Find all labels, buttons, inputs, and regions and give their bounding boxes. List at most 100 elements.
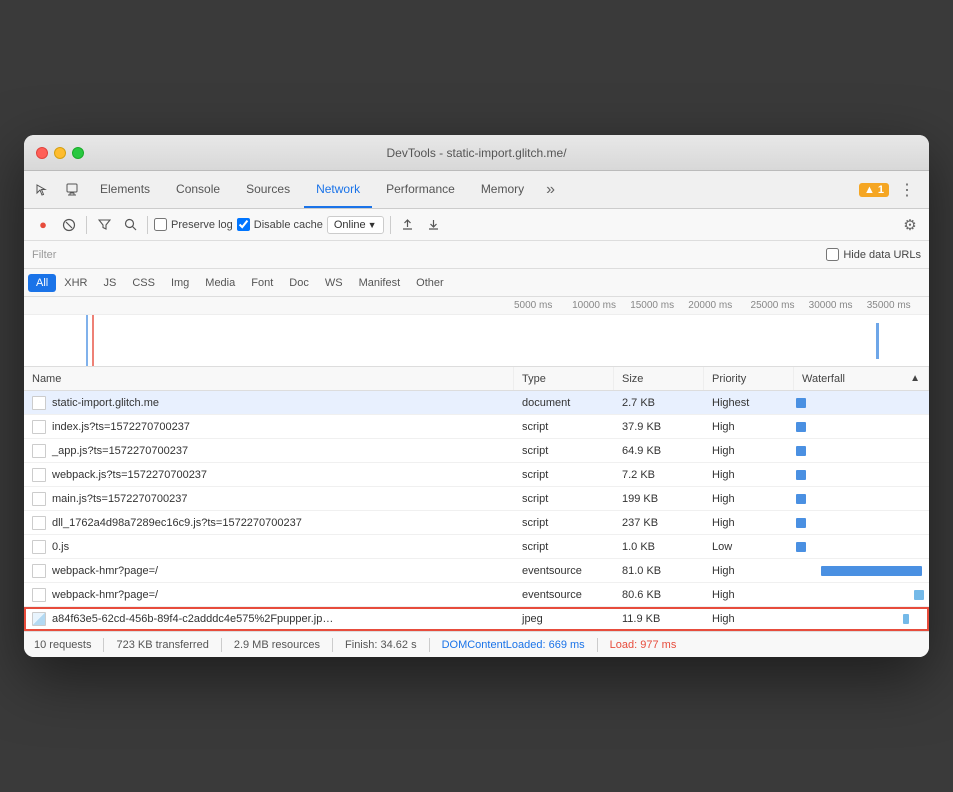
load-time: Load: 977 ms: [610, 639, 677, 651]
window-title: DevTools - static-import.glitch.me/: [386, 146, 566, 160]
dom-content-loaded: DOMContentLoaded: 669 ms: [442, 639, 585, 651]
resources-size: 2.9 MB resources: [234, 639, 320, 651]
waterfall-bar: [796, 398, 806, 408]
cell-name: 0.js: [24, 535, 514, 558]
timeline-bars: [24, 315, 929, 367]
cell-priority: High: [704, 415, 794, 438]
col-waterfall: Waterfall ▲: [794, 367, 929, 390]
clear-button[interactable]: [58, 214, 80, 236]
waterfall-bar: [796, 542, 806, 552]
ruler-mark-1: 5000 ms: [514, 300, 552, 311]
devtools-right-icons: ▲ 1 ⋮: [859, 176, 925, 204]
tab-performance[interactable]: Performance: [374, 171, 467, 208]
cell-waterfall: [794, 511, 929, 534]
download-icon[interactable]: [423, 214, 445, 236]
ruler-mark-6: 30000 ms: [809, 300, 853, 311]
file-icon-doc: [32, 468, 46, 482]
cell-type: script: [514, 415, 614, 438]
cell-type: eventsource: [514, 559, 614, 582]
preserve-log-label: Preserve log: [171, 219, 233, 231]
finish-time: Finish: 34.62 s: [345, 639, 417, 651]
cell-priority: High: [704, 439, 794, 462]
table-row[interactable]: dll_1762a4d98a7289ec16c9.js?ts=157227070…: [24, 511, 929, 535]
disable-cache-group[interactable]: Disable cache: [237, 218, 323, 231]
resource-tab-img[interactable]: Img: [163, 274, 197, 292]
upload-icon[interactable]: [397, 214, 419, 236]
divider-1: [86, 216, 87, 234]
settings-icon[interactable]: ⚙: [899, 214, 921, 236]
filter-icon[interactable]: [93, 214, 115, 236]
cell-priority: High: [704, 487, 794, 510]
tab-memory[interactable]: Memory: [469, 171, 536, 208]
fullscreen-button[interactable]: [72, 147, 84, 159]
table-row[interactable]: _app.js?ts=1572270700237 script 64.9 KB …: [24, 439, 929, 463]
filter-label: Filter: [32, 249, 56, 261]
table-header: Name Type Size Priority Waterfall ▲: [24, 367, 929, 391]
filter-text: Filter: [32, 249, 56, 261]
file-icon-doc: [32, 420, 46, 434]
resource-tab-ws[interactable]: WS: [317, 274, 351, 292]
warning-badge[interactable]: ▲ 1: [859, 183, 889, 197]
tab-sources[interactable]: Sources: [234, 171, 302, 208]
hide-data-urls-checkbox[interactable]: [826, 248, 839, 261]
preserve-log-group[interactable]: Preserve log: [154, 218, 233, 231]
ruler-mark-3: 15000 ms: [630, 300, 674, 311]
status-divider-2: [221, 638, 222, 652]
file-icon-doc: [32, 396, 46, 410]
select-element-icon[interactable]: [28, 176, 56, 204]
hide-data-urls-group[interactable]: Hide data URLs: [826, 248, 921, 261]
close-button[interactable]: [36, 147, 48, 159]
cell-name: _app.js?ts=1572270700237: [24, 439, 514, 462]
title-bar: DevTools - static-import.glitch.me/: [24, 135, 929, 171]
cell-size: 1.0 KB: [614, 535, 704, 558]
cell-name: webpack.js?ts=1572270700237: [24, 463, 514, 486]
resource-tab-all[interactable]: All: [28, 274, 56, 292]
table-row[interactable]: webpack.js?ts=1572270700237 script 7.2 K…: [24, 463, 929, 487]
timeline-ruler: 5000 ms 10000 ms 15000 ms 20000 ms 25000…: [24, 297, 929, 315]
waterfall-sort-icon: ▲: [910, 373, 920, 384]
table-row[interactable]: webpack-hmr?page=/ eventsource 81.0 KB H…: [24, 559, 929, 583]
more-tabs-button[interactable]: »: [538, 171, 563, 208]
table-row[interactable]: webpack-hmr?page=/ eventsource 80.6 KB H…: [24, 583, 929, 607]
cell-size: 199 KB: [614, 487, 704, 510]
preserve-log-checkbox[interactable]: [154, 218, 167, 231]
resource-tab-doc[interactable]: Doc: [281, 274, 317, 292]
resource-type-tabs: All XHR JS CSS Img Media Font Doc WS Man…: [24, 269, 929, 297]
disable-cache-checkbox[interactable]: [237, 218, 250, 231]
devtools-window: DevTools - static-import.glitch.me/ Elem…: [24, 135, 929, 657]
file-icon-doc: [32, 444, 46, 458]
record-button[interactable]: ●: [32, 214, 54, 236]
device-toolbar-icon[interactable]: [58, 176, 86, 204]
file-icon-doc: [32, 492, 46, 506]
resource-tab-js[interactable]: JS: [95, 274, 124, 292]
network-throttling-select[interactable]: Online ▼: [327, 216, 384, 234]
table-body: static-import.glitch.me document 2.7 KB …: [24, 391, 929, 631]
more-options-icon[interactable]: ⋮: [893, 176, 921, 204]
status-bar: 10 requests 723 KB transferred 2.9 MB re…: [24, 631, 929, 657]
cell-size: 80.6 KB: [614, 583, 704, 606]
table-row[interactable]: a84f63e5-62cd-456b-89f4-c2adddc4e575%2Fp…: [24, 607, 929, 631]
resource-tab-media[interactable]: Media: [197, 274, 243, 292]
tab-console[interactable]: Console: [164, 171, 232, 208]
table-row[interactable]: static-import.glitch.me document 2.7 KB …: [24, 391, 929, 415]
table-row[interactable]: 0.js script 1.0 KB Low: [24, 535, 929, 559]
divider-3: [390, 216, 391, 234]
cell-type: script: [514, 463, 614, 486]
resource-tab-manifest[interactable]: Manifest: [351, 274, 409, 292]
table-row[interactable]: index.js?ts=1572270700237 script 37.9 KB…: [24, 415, 929, 439]
resource-tab-font[interactable]: Font: [243, 274, 281, 292]
search-icon[interactable]: [119, 214, 141, 236]
cell-waterfall: [794, 439, 929, 462]
file-icon-doc: [32, 588, 46, 602]
table-row[interactable]: main.js?ts=1572270700237 script 199 KB H…: [24, 487, 929, 511]
timeline-line-1: [86, 315, 88, 367]
cell-waterfall: [794, 415, 929, 438]
resource-tab-xhr[interactable]: XHR: [56, 274, 95, 292]
ruler-mark-5: 25000 ms: [751, 300, 795, 311]
minimize-button[interactable]: [54, 147, 66, 159]
filter-bar: Filter Hide data URLs: [24, 241, 929, 269]
resource-tab-other[interactable]: Other: [408, 274, 452, 292]
tab-network[interactable]: Network: [304, 171, 372, 208]
tab-elements[interactable]: Elements: [88, 171, 162, 208]
resource-tab-css[interactable]: CSS: [124, 274, 163, 292]
